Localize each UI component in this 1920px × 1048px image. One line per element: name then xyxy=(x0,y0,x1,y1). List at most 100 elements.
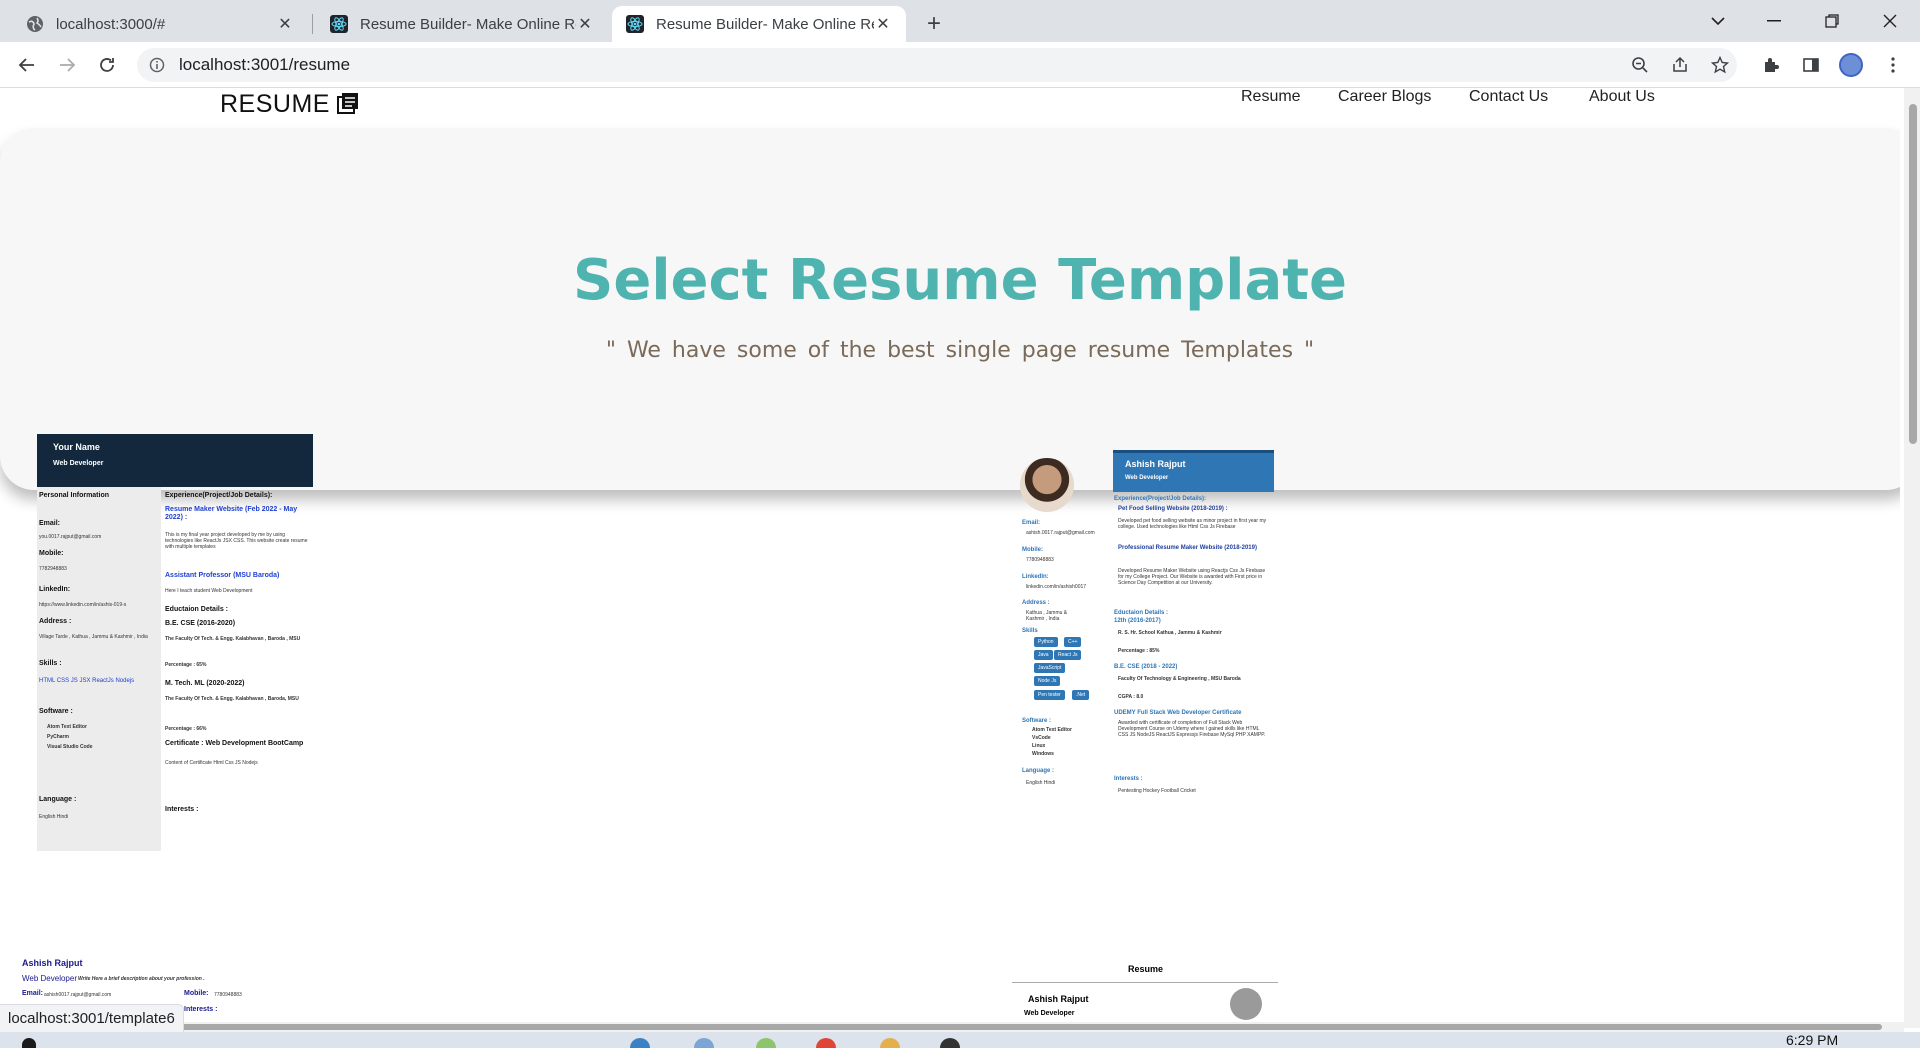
template-text: ashish.0017.rajput@gmail.com xyxy=(1026,530,1095,536)
restore-button[interactable] xyxy=(1804,0,1860,42)
address-bar[interactable]: localhost:3001/resume xyxy=(137,48,1737,82)
skill-chip: Java xyxy=(1034,650,1053,660)
template-text: UDEMY Full Stack Web Developer Certifica… xyxy=(1114,710,1242,716)
profile-avatar-icon[interactable] xyxy=(1836,50,1866,80)
brand-text: RESUME xyxy=(220,89,330,118)
skill-chip: JavaScript xyxy=(1034,663,1066,673)
nav-resume-link[interactable]: Resume xyxy=(1241,88,1301,106)
template-text: R. S. Hr. School Kathua , Jammu & Kashmi… xyxy=(1118,630,1222,636)
template-text: Write Here a brief description about you… xyxy=(78,976,205,982)
template-role: Web Developer xyxy=(22,974,77,983)
browser-tab-3[interactable]: Resume Builder- Make Online Re ✕ xyxy=(612,6,906,42)
tab-title: Resume Builder- Make Online Re xyxy=(656,15,874,33)
tab-search-icon[interactable] xyxy=(1690,0,1746,42)
template-text: Experience(Project/Job Details): xyxy=(1114,496,1207,502)
divider xyxy=(1012,982,1278,983)
vertical-scrollbar[interactable] xyxy=(1904,88,1920,1028)
template-text: This is my final year project developed … xyxy=(165,532,308,550)
os-taskbar xyxy=(0,1032,1920,1048)
template-text: 7780948883 xyxy=(1026,557,1054,563)
close-window-button[interactable] xyxy=(1862,0,1918,42)
terminal-icon[interactable] xyxy=(940,1038,960,1048)
close-tab-icon[interactable]: ✕ xyxy=(276,15,294,33)
tab-divider xyxy=(312,14,313,34)
reload-icon[interactable] xyxy=(92,50,122,80)
resume-template-card-4[interactable]: Resume Ashish Rajput Web Developer xyxy=(1012,960,1278,1030)
template-text: VsCode xyxy=(1032,735,1051,741)
template-text: PyCharm xyxy=(47,734,69,740)
template-text: https://www.linkedin.com/in/ashis-019-s xyxy=(39,602,127,608)
tab-title: localhost:3000/# xyxy=(56,15,166,33)
template-text: HTML CSS JS JSX ReactJs Nodejs xyxy=(39,678,135,684)
template-text: Email: xyxy=(39,520,61,527)
template-text: Professional Resume Maker Website (2018-… xyxy=(1118,545,1257,551)
resume-template-card-1[interactable]: Your Name Web Developer Personal Informa… xyxy=(37,434,313,851)
skill-chip: C++ xyxy=(1064,637,1082,647)
template-text: 7780948883 xyxy=(214,992,242,998)
skill-chip: React Js xyxy=(1054,650,1082,660)
start-icon[interactable] xyxy=(22,1038,36,1048)
template-text: English Hindi xyxy=(1026,780,1056,786)
browser-tab-strip: localhost:3000/# ✕ Resume Builder- Make … xyxy=(0,0,1920,42)
chrome-icon[interactable] xyxy=(816,1038,836,1048)
url-text: localhost:3001/resume xyxy=(179,55,351,74)
new-tab-button[interactable]: + xyxy=(920,10,948,38)
template-text: LinkedIn: xyxy=(39,586,71,593)
app-icon[interactable] xyxy=(756,1038,776,1048)
template-text: Interests : xyxy=(165,806,199,813)
template-text: English Hindi xyxy=(39,814,69,820)
vscode-icon[interactable] xyxy=(630,1038,650,1048)
browser-tab-2[interactable]: Resume Builder- Make Online Re ✕ xyxy=(316,6,608,42)
profile-photo xyxy=(1020,458,1074,512)
horizontal-scrollbar[interactable] xyxy=(0,1022,1904,1032)
template-text: Pet Food Selling Website (2018-2019) : xyxy=(1118,506,1228,512)
template-text: Assistant Professor (MSU Baroda) xyxy=(165,572,280,579)
template-text: linkedin.com/in/ashish0017 xyxy=(1026,584,1087,590)
template-text: Address : xyxy=(39,618,72,625)
taskbar-clock: 6:29 PM xyxy=(1786,1032,1839,1048)
react-icon xyxy=(330,15,348,33)
template-text: Developed pet food selling website as mi… xyxy=(1118,518,1267,530)
resume-template-card-2[interactable]: Ashish Rajput Web Developer Write Here a… xyxy=(20,868,280,1013)
kebab-menu-icon[interactable] xyxy=(1878,50,1908,80)
app-icon[interactable] xyxy=(694,1038,714,1048)
forward-arrow-icon[interactable] xyxy=(52,50,82,80)
template-text: Awarded with certificate of completion o… xyxy=(1118,720,1266,738)
template-text: Personal Information xyxy=(39,492,110,499)
nav-career-blogs-link[interactable]: Career Blogs xyxy=(1338,88,1431,106)
side-panel-icon[interactable] xyxy=(1796,50,1826,80)
template-text: M. Tech. ML (2020-2022) xyxy=(165,680,245,687)
template-text: LinkedIn: xyxy=(1022,574,1049,580)
template-text: CGPA : 8.0 xyxy=(1118,694,1144,700)
template-text: Windows xyxy=(1032,751,1054,757)
close-tab-icon[interactable]: ✕ xyxy=(874,15,892,33)
page-title: Select Resume Template xyxy=(573,248,1347,313)
bookmark-star-icon[interactable] xyxy=(1703,48,1737,82)
avatar-placeholder-icon xyxy=(1230,988,1262,1020)
nav-about-us-link[interactable]: About Us xyxy=(1589,88,1655,106)
template-text: Interests : xyxy=(1114,776,1143,782)
file-explorer-icon[interactable] xyxy=(880,1038,900,1048)
zoom-icon[interactable] xyxy=(1623,48,1657,82)
template-text: you.0017.rajput@gmail.com xyxy=(39,534,102,540)
template-text: The Faculty Of Tech. & Engg. Kalabhavan … xyxy=(165,636,301,642)
share-icon[interactable] xyxy=(1663,48,1697,82)
close-tab-icon[interactable]: ✕ xyxy=(576,15,594,33)
template-header: Your Name Web Developer xyxy=(37,434,313,487)
template-text: Skills : xyxy=(39,660,62,667)
resume-template-card-3[interactable]: Ashish Rajput Web Developer Email: ashis… xyxy=(1012,450,1274,830)
site-info-icon[interactable] xyxy=(149,57,165,73)
template-text: The Faculty Of Tech. & Engg. Kalabhavan … xyxy=(165,696,299,702)
template-text: Atom Text Editor xyxy=(1032,727,1072,733)
template-name: Ashish Rajput xyxy=(22,958,83,968)
nav-contact-us-link[interactable]: Contact Us xyxy=(1469,88,1548,106)
resume-logo-icon xyxy=(336,93,358,115)
template-text: Village Tarde , Kathua , Jammu & Kashmir… xyxy=(39,634,148,640)
back-arrow-icon[interactable] xyxy=(12,50,42,80)
extensions-puzzle-icon[interactable] xyxy=(1756,50,1786,80)
browser-tab-1[interactable]: localhost:3000/# ✕ xyxy=(12,6,308,42)
site-logo[interactable]: RESUME xyxy=(220,88,358,120)
skill-chip: .Net xyxy=(1072,690,1090,700)
react-icon xyxy=(626,15,644,33)
minimize-button[interactable] xyxy=(1746,0,1802,42)
